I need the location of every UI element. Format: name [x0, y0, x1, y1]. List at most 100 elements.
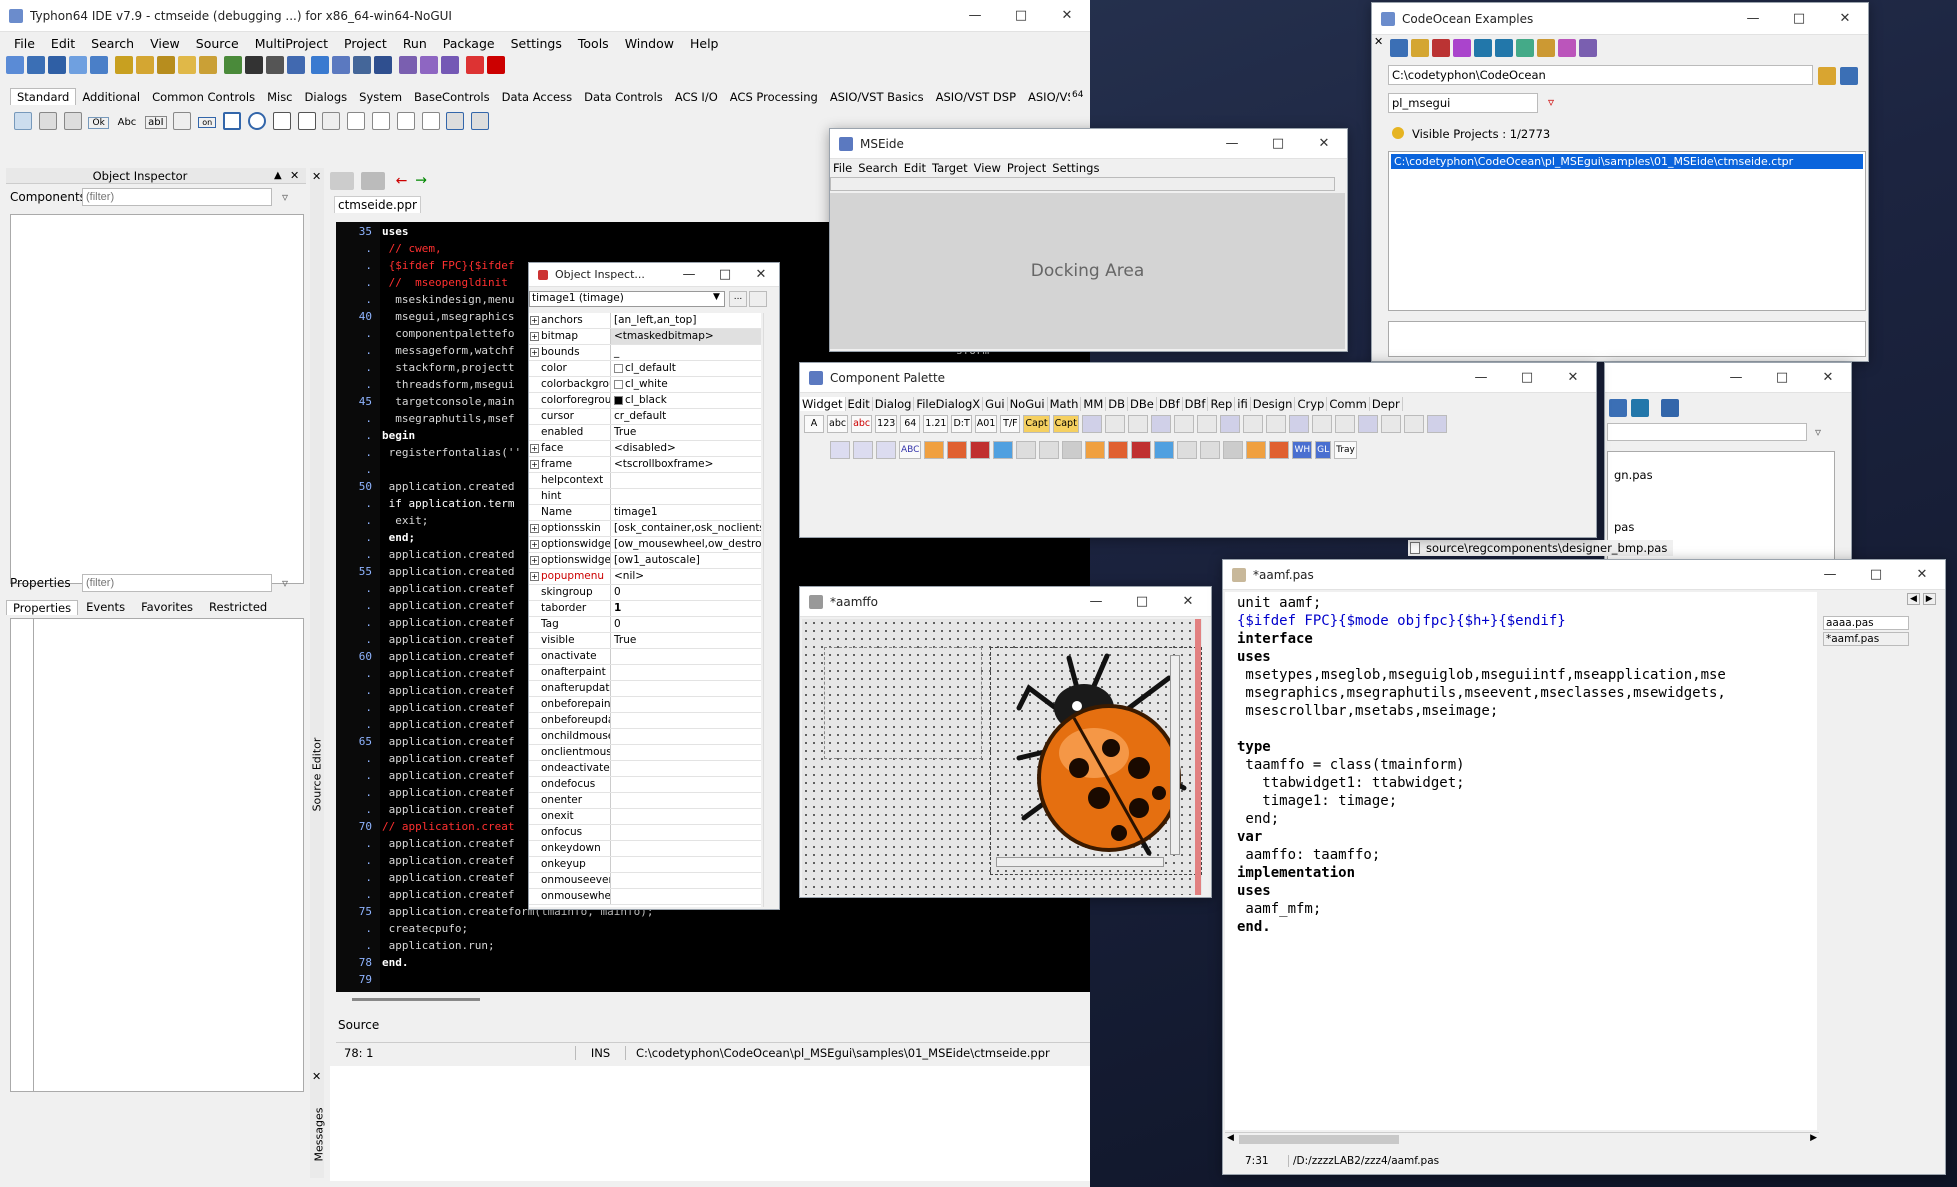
palette-component[interactable]: GL	[1315, 441, 1332, 459]
minimize-button[interactable]: —	[1713, 363, 1759, 394]
close-button[interactable]: ✕	[1822, 3, 1868, 35]
palette-component[interactable]: Capt	[1052, 415, 1079, 433]
palette-tab[interactable]: Design	[1251, 397, 1296, 411]
mseide-menu-view[interactable]: View	[971, 161, 1004, 175]
palette-tab[interactable]: FileDialogX	[914, 397, 984, 411]
mseide-menu-project[interactable]: Project	[1004, 161, 1049, 175]
palette-tab[interactable]: Edit	[846, 397, 873, 411]
tree-item[interactable]: pas	[1614, 520, 1634, 534]
minimize-button[interactable]: —	[1730, 3, 1776, 35]
palette-tab[interactable]: Dialog	[873, 397, 915, 411]
source-editor-side-tab[interactable]: ✕ Source Editor	[310, 168, 324, 1068]
mseide-menu-search[interactable]: Search	[855, 161, 901, 175]
clear-filter-icon[interactable]: ▿	[282, 576, 288, 590]
scroll-thumb[interactable]	[1239, 1135, 1399, 1144]
pause-icon[interactable]	[466, 56, 485, 74]
palette-tab[interactable]: ACS Processing	[724, 89, 824, 105]
property-row[interactable]: colorbackgrour cl_white	[529, 377, 761, 393]
checkgroup-component-icon[interactable]	[396, 112, 415, 130]
property-value[interactable]	[611, 649, 761, 664]
palette-component-icon[interactable]	[1269, 441, 1290, 459]
grid-icon[interactable]	[1432, 39, 1450, 57]
inspect-icon[interactable]	[353, 56, 372, 74]
step-over-icon[interactable]	[441, 56, 460, 74]
build-icon[interactable]	[265, 56, 284, 74]
palette-tab[interactable]: Data Access	[496, 89, 578, 105]
maximize-button[interactable]: □	[998, 0, 1044, 32]
palette-component[interactable]: WH	[1292, 441, 1313, 459]
search-icon[interactable]	[90, 56, 108, 74]
combobox-component-icon[interactable]	[297, 112, 316, 130]
property-row[interactable]: + anchors [an_left,an_top]	[529, 313, 761, 329]
palette-component-icon[interactable]	[947, 441, 968, 459]
palette-tab[interactable]: Depr	[1370, 397, 1403, 411]
behind-list-icon[interactable]	[1661, 399, 1679, 417]
tab-restricted[interactable]: Restricted	[201, 600, 275, 614]
radiogroup-component-icon[interactable]	[371, 112, 390, 130]
property-value[interactable]: [ow_mousewheel,ow_destro	[611, 537, 761, 552]
property-row[interactable]: helpcontext	[529, 473, 761, 489]
property-row[interactable]: onmouseevent	[529, 873, 761, 889]
property-value[interactable]: <tscrollboxframe>	[611, 457, 761, 472]
palette-component-icon[interactable]	[1219, 415, 1240, 433]
maximize-button[interactable]: □	[1759, 363, 1805, 394]
palette-tab[interactable]: Cryp	[1295, 397, 1328, 411]
property-value[interactable]: [osk_container,osk_noclients	[611, 521, 761, 536]
palette-component-icon[interactable]	[1200, 441, 1221, 459]
file-tab[interactable]: aaaa.pas	[1823, 616, 1909, 630]
property-value[interactable]: cr_default	[611, 409, 761, 424]
property-value[interactable]: 1	[611, 601, 761, 616]
property-row[interactable]: onchildmousee	[529, 729, 761, 745]
property-value[interactable]	[611, 473, 761, 488]
menu-item-search[interactable]: Search	[83, 36, 142, 51]
options-icon[interactable]	[286, 56, 305, 74]
messages-close-icon[interactable]: ✕	[312, 1070, 321, 1083]
maximize-button[interactable]: □	[1776, 3, 1822, 35]
properties-filter-input[interactable]	[82, 574, 272, 592]
property-value[interactable]	[611, 889, 761, 904]
list-icon[interactable]	[1474, 39, 1492, 57]
behind-tool-icon[interactable]	[1631, 399, 1649, 417]
property-value[interactable]: 0	[611, 617, 761, 632]
checkbox-component-icon[interactable]	[223, 112, 242, 130]
palette-component-icon[interactable]	[1173, 415, 1194, 433]
close-button[interactable]: ✕	[743, 263, 779, 287]
palette-component[interactable]: D:T	[951, 415, 972, 433]
open-book-icon[interactable]	[1840, 67, 1858, 85]
property-value[interactable]	[611, 857, 761, 872]
tree-item[interactable]: gn.pas	[1614, 468, 1653, 482]
palette-component-icon[interactable]	[1196, 415, 1217, 433]
palette-component-icon[interactable]	[970, 441, 991, 459]
close-button[interactable]: ✕	[1899, 560, 1945, 591]
tool-icon[interactable]	[1579, 39, 1597, 57]
palette-tab[interactable]: BaseControls	[408, 89, 496, 105]
menu-item-run[interactable]: Run	[395, 36, 435, 51]
save-icon[interactable]	[48, 56, 66, 74]
editor-menu-icon[interactable]	[330, 172, 354, 190]
listbox-component-icon[interactable]	[272, 112, 291, 130]
palette-component-icon[interactable]	[924, 441, 945, 459]
property-value[interactable]: [an_left,an_top]	[611, 313, 761, 328]
close-button[interactable]: ✕	[1805, 363, 1851, 394]
palette-tab[interactable]: Standard	[10, 88, 77, 105]
palette-tab[interactable]: Rep	[1208, 397, 1236, 411]
minimize-button[interactable]: —	[1209, 129, 1255, 160]
palette-component[interactable]: Tray	[1334, 441, 1357, 459]
panel-component-icon[interactable]	[421, 112, 440, 130]
palette-component[interactable]: 123	[875, 415, 898, 433]
property-row[interactable]: onafterpaint	[529, 665, 761, 681]
monitor-icon[interactable]	[374, 56, 393, 74]
property-value[interactable]	[611, 489, 761, 504]
expand-icon[interactable]: +	[530, 348, 539, 357]
palette-tab[interactable]: ifi	[1235, 397, 1251, 411]
property-value[interactable]	[611, 809, 761, 824]
palette-component-icon[interactable]	[1265, 415, 1286, 433]
property-value[interactable]	[611, 777, 761, 792]
menu-item-project[interactable]: Project	[336, 36, 395, 51]
palette-component[interactable]: Capt	[1023, 415, 1050, 433]
scroll-left-icon[interactable]: ◀	[1227, 1133, 1234, 1143]
property-row[interactable]: onbeforeupdat	[529, 713, 761, 729]
property-value[interactable]	[611, 825, 761, 840]
behind-filter[interactable]	[1607, 423, 1807, 441]
project-save-icon[interactable]	[244, 56, 263, 74]
